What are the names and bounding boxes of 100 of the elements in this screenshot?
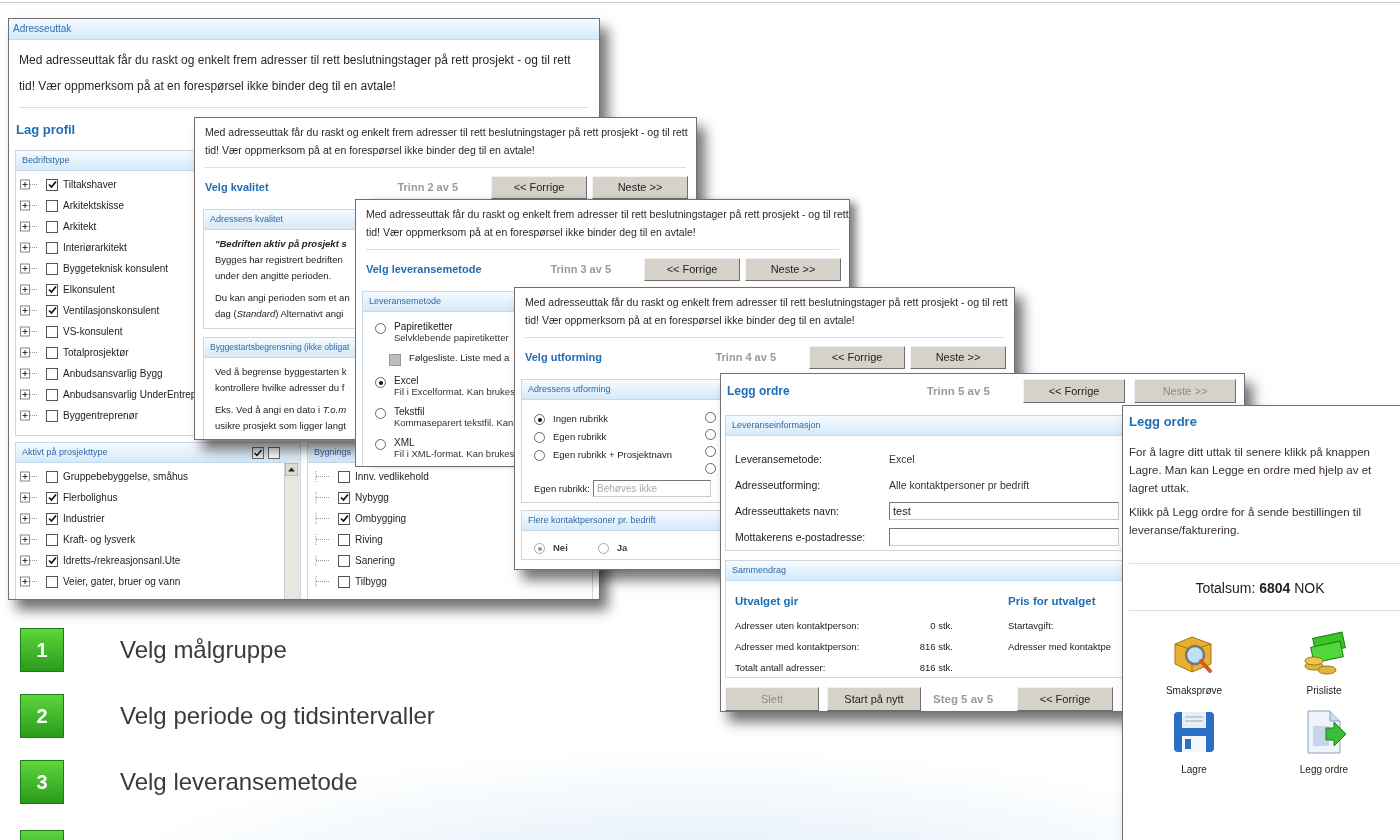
step-label: Velg leveransemetode	[120, 768, 358, 796]
nav-button[interactable]: Neste >>	[592, 175, 688, 199]
checkbox-label: Anbudsansvarlig UnderEntrep	[63, 389, 197, 400]
checkbox[interactable]	[46, 533, 58, 546]
expand-icon[interactable]	[20, 555, 38, 566]
summary-heading: Utvalget gir	[735, 595, 800, 609]
option-description: Kommaseparert tekstfil. Kan	[394, 417, 514, 428]
input-field[interactable]	[889, 528, 1119, 546]
expand-icon[interactable]	[20, 389, 38, 400]
checkbox[interactable]	[46, 575, 58, 588]
checkbox[interactable]	[338, 470, 350, 483]
checkbox[interactable]	[46, 388, 58, 401]
radio-button[interactable]	[375, 323, 386, 334]
checkbox[interactable]	[338, 575, 350, 588]
action-button[interactable]: Prisliste	[1300, 629, 1348, 696]
expand-icon[interactable]	[20, 471, 38, 482]
option-label: Papiretiketter	[394, 321, 453, 332]
step-indicator: Trinn 3 av 5	[550, 263, 611, 275]
expand-icon[interactable]	[20, 221, 38, 232]
radio-button[interactable]	[705, 463, 716, 474]
expand-icon[interactable]	[20, 410, 38, 421]
expand-icon[interactable]	[20, 513, 38, 524]
checkbox-label: Riving	[355, 534, 383, 545]
step-badge: 1	[20, 628, 64, 672]
summary-value: 0 stk.	[929, 620, 953, 631]
checkbox[interactable]	[46, 367, 58, 380]
checkbox[interactable]	[46, 554, 58, 567]
checkbox-label: VS-konsulent	[63, 326, 123, 337]
expand-icon[interactable]	[20, 492, 38, 503]
nav-button[interactable]: << Forrige	[491, 175, 587, 199]
checkbox[interactable]	[338, 512, 350, 525]
checkbox[interactable]	[46, 262, 58, 275]
option-label: Ja	[616, 542, 628, 553]
nav-button[interactable]: Neste >>	[745, 257, 841, 281]
field-value: Alle kontaktpersoner pr bedrift	[889, 479, 1030, 491]
nav-button[interactable]: << Forrige	[809, 345, 905, 369]
action-button[interactable]: Smaksprøve	[1165, 629, 1223, 696]
step-indicator: Trinn 2 av 5	[397, 181, 458, 193]
radio-button[interactable]	[534, 450, 545, 461]
radio-button[interactable]	[705, 446, 716, 457]
nav-button[interactable]: Start på nytt	[827, 687, 921, 711]
radio-button[interactable]	[705, 412, 716, 423]
checkbox[interactable]	[46, 178, 58, 191]
expand-icon[interactable]	[20, 534, 38, 545]
expand-icon[interactable]	[20, 200, 38, 211]
expand-icon[interactable]	[20, 576, 38, 587]
checkbox[interactable]	[46, 283, 58, 296]
checkbox[interactable]	[46, 325, 58, 338]
checkbox[interactable]	[46, 512, 58, 525]
expand-icon[interactable]	[20, 242, 38, 253]
scroll-up-icon[interactable]	[285, 463, 298, 476]
scrollbar[interactable]	[284, 462, 300, 599]
radio-button[interactable]	[534, 432, 545, 443]
checkbox[interactable]	[338, 533, 350, 546]
checkbox-label: Innv. vedlikehold	[355, 471, 429, 482]
section-heading: Legg ordre	[727, 384, 791, 398]
expand-icon[interactable]	[20, 284, 38, 295]
action-button[interactable]: Lagre	[1170, 708, 1218, 775]
checkbox[interactable]	[46, 241, 58, 254]
expand-icon[interactable]	[20, 179, 38, 190]
input-field[interactable]: Behøves ikke	[593, 480, 711, 497]
checkbox[interactable]	[46, 220, 58, 233]
expand-icon[interactable]	[20, 305, 38, 316]
checkbox-label: Arkitekt	[63, 221, 97, 232]
checkbox[interactable]	[46, 491, 58, 504]
step-indicator: Steg 5 av 5	[933, 693, 994, 705]
nav-button[interactable]: << Forrige	[644, 257, 740, 281]
deselect-all-icon[interactable]	[268, 446, 280, 459]
select-all-icon[interactable]	[252, 446, 264, 459]
radio-button[interactable]	[375, 439, 386, 450]
option-label: Ingen rubrikk	[553, 413, 608, 424]
checkbox[interactable]	[338, 491, 350, 504]
radio-button[interactable]	[705, 429, 716, 440]
checkbox-label: Kraft- og lysverk	[63, 534, 136, 545]
radio-button[interactable]	[375, 377, 386, 388]
text-line: dag (Standard) Alternativt angi	[215, 307, 344, 321]
summary-value: 816 stk.	[918, 641, 953, 652]
text-line: Ved å begrense byggestarten k	[215, 365, 347, 379]
checkbox[interactable]	[338, 554, 350, 567]
checkbox-label: Tiltakshaver	[63, 179, 117, 190]
radio-button[interactable]	[375, 408, 386, 419]
expand-icon[interactable]	[20, 347, 38, 358]
expand-icon[interactable]	[20, 326, 38, 337]
nav-button[interactable]: << Forrige	[1023, 379, 1125, 403]
field-label: Egen rubrikk:	[534, 483, 590, 494]
input-field[interactable]: test	[889, 502, 1119, 520]
checkbox[interactable]	[46, 199, 58, 212]
expand-icon[interactable]	[20, 368, 38, 379]
text-line: kontrollere hvilke adresser du f	[215, 381, 345, 395]
field-label: Mottakerens e-postadresse:	[735, 531, 867, 543]
checkbox[interactable]	[46, 346, 58, 359]
radio-button[interactable]	[534, 414, 545, 425]
expand-icon[interactable]	[20, 263, 38, 274]
nav-button[interactable]: Neste >>	[910, 345, 1006, 369]
nav-button[interactable]: << Forrige	[1017, 687, 1114, 711]
checkbox[interactable]	[46, 409, 58, 422]
action-button[interactable]: Legg ordre	[1299, 708, 1349, 775]
checkbox[interactable]	[46, 470, 58, 483]
checkbox[interactable]	[46, 304, 58, 317]
summary-value: 816 stk.	[918, 662, 953, 673]
